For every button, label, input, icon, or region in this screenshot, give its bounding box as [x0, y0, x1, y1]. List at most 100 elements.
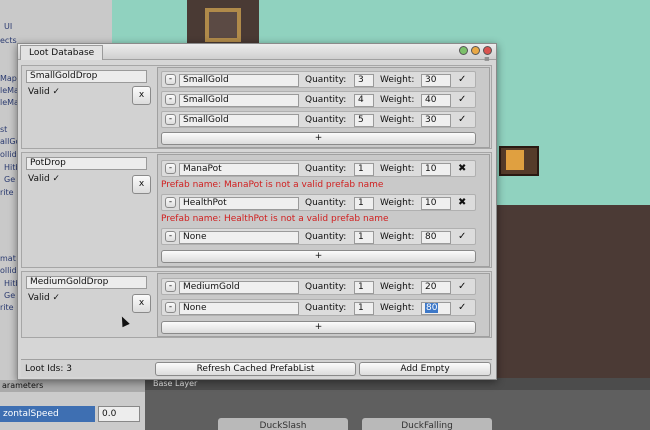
hierarchy-fragment: UI: [4, 22, 13, 31]
add-item-button[interactable]: +: [161, 250, 476, 263]
add-item-button[interactable]: +: [161, 132, 476, 145]
add-item-button[interactable]: +: [161, 321, 476, 334]
remove-item-button[interactable]: -: [165, 163, 176, 174]
parameter-name[interactable]: zontalSpeed: [0, 406, 95, 422]
quantity-field[interactable]: 1: [354, 197, 374, 210]
refresh-prefab-list-button[interactable]: Refresh Cached PrefabList: [155, 362, 356, 376]
maximize-button[interactable]: [459, 46, 468, 55]
hierarchy-fragment: st: [0, 125, 8, 134]
quantity-label: Quantity:: [305, 75, 347, 85]
remove-item-button[interactable]: -: [165, 231, 176, 242]
weight-label: Weight:: [380, 198, 415, 208]
window-titlebar: Loot Database ≡: [18, 44, 496, 63]
add-empty-button[interactable]: Add Empty: [359, 362, 491, 376]
prefab-name-field[interactable]: ManaPot: [179, 163, 299, 176]
remove-drop-button[interactable]: x: [132, 175, 151, 194]
parameters-tab[interactable]: arameters: [0, 380, 145, 392]
prefab-name-field[interactable]: SmallGold: [179, 114, 299, 127]
close-button[interactable]: [483, 46, 492, 55]
prefab-name-field[interactable]: SmallGold: [179, 94, 299, 107]
drop-name-field[interactable]: SmallGoldDrop: [26, 70, 147, 83]
weight-field[interactable]: 10: [421, 197, 451, 210]
hierarchy-fragment: Ge: [4, 291, 16, 300]
valid-check-icon: ✓: [458, 231, 467, 242]
hierarchy-fragment: rite: [0, 188, 14, 197]
loot-drop-panel: MediumGoldDrop Valid ✓ x - MediumGold Qu…: [21, 271, 492, 338]
chest-lock-icon: [506, 150, 524, 170]
quantity-field[interactable]: 1: [354, 281, 374, 294]
quantity-field[interactable]: 1: [354, 163, 374, 176]
quantity-label: Quantity:: [305, 115, 347, 125]
drop-name-field[interactable]: MediumGoldDrop: [26, 276, 147, 289]
remove-item-button[interactable]: -: [165, 74, 176, 85]
selected-text: 80: [425, 303, 439, 313]
remove-drop-button[interactable]: x: [132, 294, 151, 313]
drop-valid-label: Valid ✓: [28, 174, 61, 184]
loot-item-row: - MediumGold Quantity: 1 Weight: 20 ✓: [161, 278, 476, 295]
weight-field[interactable]: 20: [421, 281, 451, 294]
loot-item-row: - None Quantity: 1 Weight: 80 ✓: [161, 299, 476, 316]
hierarchy-fragment: rite: [0, 303, 14, 312]
quantity-field[interactable]: 3: [354, 74, 374, 87]
prefab-name-field[interactable]: MediumGold: [179, 281, 299, 294]
quantity-field[interactable]: 4: [354, 94, 374, 107]
remove-item-button[interactable]: -: [165, 302, 176, 313]
valid-check-icon: ✓: [458, 74, 467, 85]
hierarchy-fragment: mat: [0, 254, 16, 263]
remove-drop-button[interactable]: x: [132, 86, 151, 105]
remove-item-button[interactable]: -: [165, 197, 176, 208]
remove-item-button[interactable]: -: [165, 94, 176, 105]
loot-item-row: - HealthPot Quantity: 1 Weight: 10 ✖: [161, 194, 476, 211]
quantity-label: Quantity:: [305, 232, 347, 242]
drop-name-field[interactable]: PotDrop: [26, 157, 147, 170]
quantity-field[interactable]: 1: [354, 302, 374, 315]
remove-item-button[interactable]: -: [165, 281, 176, 292]
loot-item-row: - SmallGold Quantity: 4 Weight: 40 ✓: [161, 91, 476, 108]
weight-field[interactable]: 80: [421, 231, 451, 244]
weight-field[interactable]: 40: [421, 94, 451, 107]
drop-items-list: - SmallGold Quantity: 3 Weight: 30 ✓ - S…: [157, 67, 490, 148]
window-menu-icon[interactable]: ≡: [484, 55, 490, 63]
weight-field[interactable]: 30: [421, 74, 451, 87]
prefab-name-field[interactable]: SmallGold: [179, 74, 299, 87]
quantity-field[interactable]: 5: [354, 114, 374, 127]
loot-drop-panel: PotDrop Valid ✓ x - ManaPot Quantity: 1 …: [21, 152, 492, 268]
hierarchy-fragment: Ge: [4, 175, 16, 184]
drop-items-list: - ManaPot Quantity: 1 Weight: 10 ✖ Prefa…: [157, 154, 490, 267]
prefab-name-field[interactable]: None: [179, 231, 299, 244]
weight-label: Weight:: [380, 164, 415, 174]
animator-state-node[interactable]: DuckSlash: [218, 418, 348, 430]
hierarchy-fragment: ollid: [0, 266, 17, 275]
loot-item-row: - SmallGold Quantity: 3 Weight: 30 ✓: [161, 71, 476, 88]
scene-pillar-window: [205, 8, 241, 42]
valid-check-icon: ✓: [458, 94, 467, 105]
weight-field-focused[interactable]: 80: [421, 302, 451, 315]
drop-valid-label: Valid ✓: [28, 293, 61, 303]
quantity-field[interactable]: 1: [354, 231, 374, 244]
drop-items-list: - MediumGold Quantity: 1 Weight: 20 ✓ - …: [157, 273, 490, 337]
quantity-label: Quantity:: [305, 303, 347, 313]
weight-label: Weight:: [380, 115, 415, 125]
prefab-name-field[interactable]: None: [179, 302, 299, 315]
loot-database-window: Loot Database ≡ SmallGoldDrop Valid ✓ x …: [17, 43, 497, 380]
invalid-x-icon: ✖: [458, 163, 467, 174]
prefab-name-field[interactable]: HealthPot: [179, 197, 299, 210]
loot-drop-panel: SmallGoldDrop Valid ✓ x - SmallGold Quan…: [21, 65, 492, 149]
animator-state-node[interactable]: DuckFalling: [362, 418, 492, 430]
window-title-tab[interactable]: Loot Database: [20, 45, 104, 60]
weight-label: Weight:: [380, 303, 415, 313]
prefab-error-message: Prefab name: ManaPot is not a valid pref…: [161, 180, 384, 190]
weight-label: Weight:: [380, 95, 415, 105]
weight-field[interactable]: 10: [421, 163, 451, 176]
weight-label: Weight:: [380, 75, 415, 85]
parameter-value-field[interactable]: 0.0: [98, 406, 140, 422]
drop-valid-label: Valid ✓: [28, 87, 61, 97]
minimize-button[interactable]: [471, 46, 480, 55]
valid-check-icon: ✓: [458, 281, 467, 292]
invalid-x-icon: ✖: [458, 197, 467, 208]
hierarchy-fragment: ects: [0, 36, 17, 45]
weight-field[interactable]: 30: [421, 114, 451, 127]
quantity-label: Quantity:: [305, 95, 347, 105]
quantity-label: Quantity:: [305, 282, 347, 292]
remove-item-button[interactable]: -: [165, 114, 176, 125]
